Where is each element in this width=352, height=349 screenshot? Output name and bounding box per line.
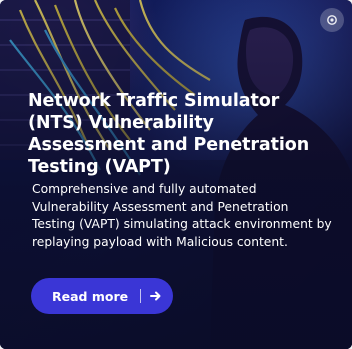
arrow-right-icon xyxy=(150,290,162,302)
read-more-button[interactable]: Read more xyxy=(31,278,173,314)
solution-card: Network Traffic Simulator (NTS) Vulnerab… xyxy=(0,0,352,349)
settings-badge-icon[interactable] xyxy=(320,8,344,32)
gear-icon xyxy=(327,15,337,25)
button-divider xyxy=(140,289,142,303)
card-description: Comprehensive and fully automated Vulner… xyxy=(32,182,332,249)
card-title: Network Traffic Simulator (NTS) Vulnerab… xyxy=(28,91,310,177)
read-more-label: Read more xyxy=(52,288,129,304)
